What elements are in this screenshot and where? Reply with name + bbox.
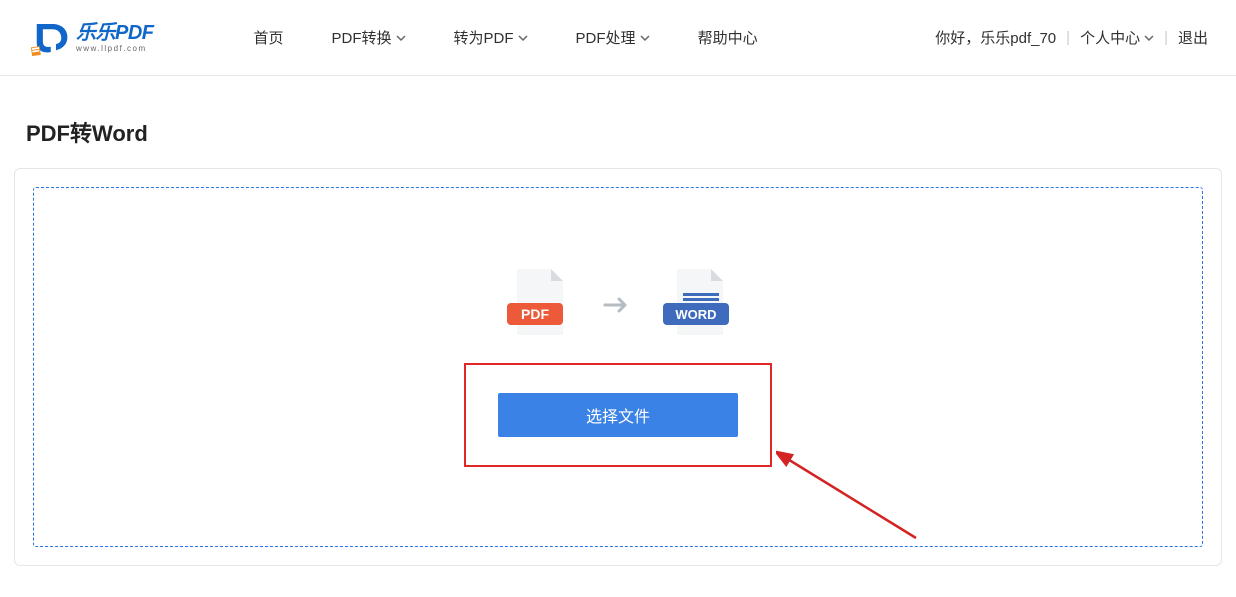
top-header: 乐乐PDF www.llpdf.com 首页 PDF转换 转为PDF PDF处理… <box>0 0 1236 76</box>
nav-home[interactable]: 首页 <box>254 27 284 48</box>
word-file-icon: WORD <box>663 267 733 343</box>
chevron-down-icon <box>396 33 406 43</box>
svg-text:WORD: WORD <box>675 307 716 322</box>
pdf-file-icon: PDF <box>503 267 573 343</box>
logout-link[interactable]: 退出 <box>1178 27 1208 48</box>
separator: | <box>1066 29 1070 46</box>
file-drop-zone[interactable]: PDF WORD 选择文件 <box>33 187 1203 547</box>
upload-panel: PDF WORD 选择文件 <box>14 168 1222 566</box>
nav-to-pdf[interactable]: 转为PDF <box>454 27 528 48</box>
chevron-down-icon <box>1144 33 1154 43</box>
select-file-button[interactable]: 选择文件 <box>498 393 738 437</box>
page-title: PDF转Word <box>26 116 1236 148</box>
nav-to-pdf-label: 转为PDF <box>454 27 514 48</box>
nav-pdf-convert-label: PDF转换 <box>332 27 392 48</box>
logo-url: www.llpdf.com <box>76 45 154 53</box>
nav-home-label: 首页 <box>254 27 284 48</box>
profile-center-link[interactable]: 个人中心 <box>1080 27 1154 48</box>
nav-help-center-label: 帮助中心 <box>698 27 758 48</box>
select-file-highlight-box: 选择文件 <box>464 363 772 467</box>
arrow-right-icon <box>603 295 633 315</box>
profile-center-label: 个人中心 <box>1080 27 1140 48</box>
logo-text: 乐乐PDF <box>76 23 154 43</box>
chevron-down-icon <box>518 33 528 43</box>
user-greeting: 你好，乐乐pdf_70 <box>935 27 1056 48</box>
nav-pdf-convert[interactable]: PDF转换 <box>332 27 406 48</box>
select-file-button-label: 选择文件 <box>586 403 650 427</box>
logo[interactable]: 乐乐PDF www.llpdf.com <box>28 17 154 59</box>
logout-label: 退出 <box>1178 27 1208 48</box>
main-nav: 首页 PDF转换 转为PDF PDF处理 帮助中心 <box>254 27 758 48</box>
logo-icon <box>28 17 70 59</box>
svg-text:PDF: PDF <box>521 306 549 322</box>
convert-icons-row: PDF WORD <box>503 267 733 343</box>
nav-pdf-process[interactable]: PDF处理 <box>576 27 650 48</box>
chevron-down-icon <box>640 33 650 43</box>
nav-pdf-process-label: PDF处理 <box>576 27 636 48</box>
nav-help-center[interactable]: 帮助中心 <box>698 27 758 48</box>
logo-text-group: 乐乐PDF www.llpdf.com <box>76 23 154 53</box>
user-area: 你好，乐乐pdf_70 | 个人中心 | 退出 <box>935 27 1208 48</box>
separator: | <box>1164 29 1168 46</box>
